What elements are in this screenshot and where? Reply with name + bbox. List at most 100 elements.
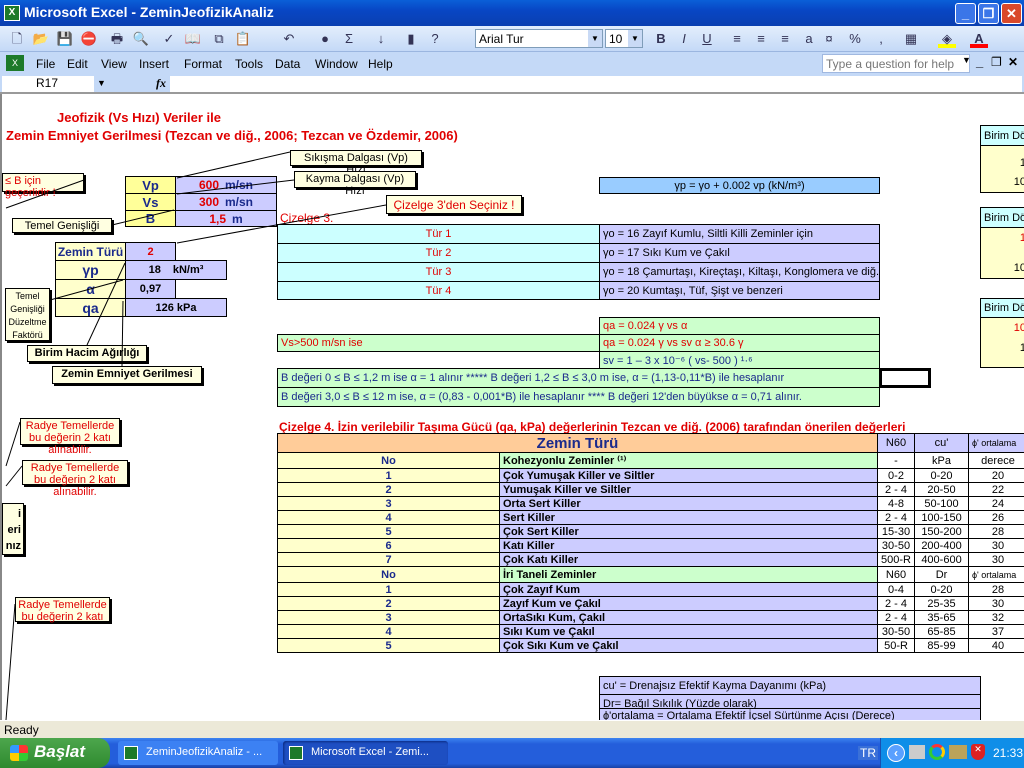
start-button[interactable]: Başlat xyxy=(0,738,110,768)
note-b-valid[interactable]: ≤ B için geçerlidir ! xyxy=(2,173,84,199)
menu-data[interactable]: Data xyxy=(275,57,300,71)
legend-row: cu' = Drenajsız Efektif Kayma Dayanımı (… xyxy=(599,676,981,695)
menu-tools[interactable]: Tools xyxy=(235,57,263,71)
group-cu: Dr xyxy=(914,566,969,583)
font-dropdown-icon[interactable]: ▼ xyxy=(588,30,602,47)
taskbar-task-workbook[interactable]: ZeminJeofizikAnaliz - ... xyxy=(118,741,278,765)
note-gamma[interactable]: Birim Hacim Ağırlığı xyxy=(27,345,147,362)
autosum-icon[interactable]: Σ xyxy=(340,30,358,48)
value-number[interactable]: 1,5 xyxy=(209,212,226,226)
name-box-dropdown-icon[interactable]: ▼ xyxy=(97,78,106,88)
value-number[interactable]: 300 xyxy=(199,195,219,209)
menu-help[interactable]: Help xyxy=(368,57,393,71)
row-cu: 400-600 xyxy=(914,552,969,567)
right-box-value: 10 xyxy=(1013,176,1024,189)
sv-formula: sv = 1 – 3 x 10⁻⁶ ( vs- 500 ) ¹·⁶ xyxy=(599,351,880,369)
show-hidden-icons-button[interactable]: ‹ xyxy=(887,744,905,762)
menu-file[interactable]: File xyxy=(36,57,55,71)
comma-icon[interactable]: , xyxy=(872,30,890,48)
taskbar-task-excel[interactable]: Microsoft Excel - Zemi... xyxy=(283,741,448,765)
menu-view[interactable]: View xyxy=(101,57,127,71)
workbook-close-button[interactable]: ✕ xyxy=(1008,55,1018,69)
font-name-select[interactable]: Arial Tur ▼ xyxy=(475,29,603,48)
note-qa[interactable]: Zemin Emniyet Gerilmesi xyxy=(52,366,202,384)
workbook-icon[interactable]: X xyxy=(6,55,24,71)
row-n60: 4-8 xyxy=(877,496,915,511)
fill-color-icon[interactable]: ◈ xyxy=(938,30,956,48)
chart-wizard-icon[interactable]: ▮ xyxy=(402,30,420,48)
sort-icon[interactable]: ↓ xyxy=(372,30,390,48)
font-name-value: Arial Tur xyxy=(479,32,524,46)
help-search-input[interactable]: Type a question for help xyxy=(822,54,970,73)
workbook-minimize-button[interactable]: _ xyxy=(976,54,983,69)
minimize-button[interactable]: _ xyxy=(955,3,976,24)
bold-icon[interactable]: B xyxy=(652,30,670,48)
merge-icon[interactable]: a xyxy=(800,30,818,48)
row-phi: 30 xyxy=(968,596,1024,611)
note-temel[interactable]: Temel Genişliği xyxy=(12,218,112,233)
print-preview-icon[interactable]: 🔍 xyxy=(132,30,150,48)
note-radye-2[interactable]: Radye Temellerde bu değerin 2 katı alına… xyxy=(22,460,128,498)
note-radye-1[interactable]: Radye Temellerde bu değerin 2 katı alına… xyxy=(20,418,120,456)
new-icon[interactable]: 🗋 xyxy=(8,30,26,48)
save-icon[interactable]: 💾 xyxy=(56,30,74,48)
undo-icon[interactable]: ↶ xyxy=(280,30,298,48)
language-indicator[interactable]: TR xyxy=(858,746,878,760)
result-label: α xyxy=(55,279,126,299)
align-left-icon[interactable]: ≡ xyxy=(728,30,746,48)
currency-icon[interactable]: ¤ xyxy=(820,30,838,48)
borders-icon[interactable]: ▦ xyxy=(902,30,920,48)
note-vs[interactable]: Kayma Dalgası (Vp) Hızı xyxy=(294,171,416,197)
menu-window[interactable]: Window xyxy=(315,57,358,71)
note-radye-3[interactable]: Radye Temellerde bu değerin 2 katı xyxy=(15,597,110,623)
menu-insert[interactable]: Insert xyxy=(139,57,169,71)
close-button[interactable]: ✕ xyxy=(1001,3,1022,24)
selected-cell-R17[interactable] xyxy=(879,368,931,388)
hyperlink-icon[interactable]: ● xyxy=(316,30,334,48)
cizelge3-label: Çizelge 3. xyxy=(280,211,334,225)
help-dropdown-icon[interactable]: ▼ xyxy=(962,55,971,65)
row-soil-name: Sert Killer xyxy=(499,510,878,525)
qa-formula-1: qa = 0.024 γ vs α xyxy=(599,317,880,335)
percent-icon[interactable]: % xyxy=(846,30,864,48)
note-partial[interactable]: i eri nız xyxy=(2,503,24,555)
row-cu: 65-85 xyxy=(914,624,969,639)
note-cizelge3[interactable]: Çizelge 3'den Seçiniz ! xyxy=(386,195,522,214)
insert-function-button[interactable]: fx xyxy=(156,76,166,91)
row-n60: 2 - 4 xyxy=(877,510,915,525)
workbook-restore-button[interactable]: ❐ xyxy=(991,55,1002,69)
name-box[interactable]: R17 xyxy=(2,76,94,92)
print-icon[interactable]: 🖶 xyxy=(108,30,126,48)
security-shield-icon[interactable]: ✕ xyxy=(971,744,985,760)
row-no: 3 xyxy=(277,496,500,511)
value-number[interactable]: 600 xyxy=(199,178,219,192)
align-right-icon[interactable]: ≡ xyxy=(776,30,794,48)
tur-description: γo = 16 Zayıf Kumlu, Siltli Killi Zeminl… xyxy=(599,224,880,244)
worksheet[interactable]: Jeofizik (Vs Hızı) Veriler ile Zemin Emni… xyxy=(0,94,1024,720)
app-tray-icon[interactable] xyxy=(929,744,945,760)
italic-icon[interactable]: I xyxy=(675,30,693,48)
copy-icon[interactable]: ⧉ xyxy=(210,30,228,48)
font-color-icon[interactable]: A xyxy=(970,30,988,48)
result-number[interactable]: 2 xyxy=(147,246,153,258)
network-icon[interactable] xyxy=(909,745,925,759)
clock[interactable]: 21:33 xyxy=(993,746,1023,760)
connector-line xyxy=(5,421,21,467)
formula-input[interactable] xyxy=(170,76,1022,92)
note-alpha[interactable]: Temel Genişliği Düzeltme Faktörü xyxy=(5,288,50,341)
research-icon[interactable]: 📖 xyxy=(184,30,202,48)
spelling-icon[interactable]: ✓ xyxy=(160,30,178,48)
menu-format[interactable]: Format xyxy=(184,57,222,71)
paste-icon[interactable]: 📋 xyxy=(234,30,252,48)
font-size-select[interactable]: 10 ▼ xyxy=(605,29,643,48)
device-icon[interactable] xyxy=(949,745,967,759)
open-icon[interactable]: 📂 xyxy=(32,30,50,48)
help-icon[interactable]: ? xyxy=(426,30,444,48)
note-vp[interactable]: Sıkışma Dalgası (Vp) Hızı xyxy=(290,150,422,176)
underline-icon[interactable]: U xyxy=(698,30,716,48)
center-icon[interactable]: ≡ xyxy=(752,30,770,48)
menu-edit[interactable]: Edit xyxy=(67,57,88,71)
size-dropdown-icon[interactable]: ▼ xyxy=(628,30,642,47)
permission-icon[interactable]: ⛔ xyxy=(80,30,98,48)
restore-button[interactable]: ❐ xyxy=(978,3,999,24)
